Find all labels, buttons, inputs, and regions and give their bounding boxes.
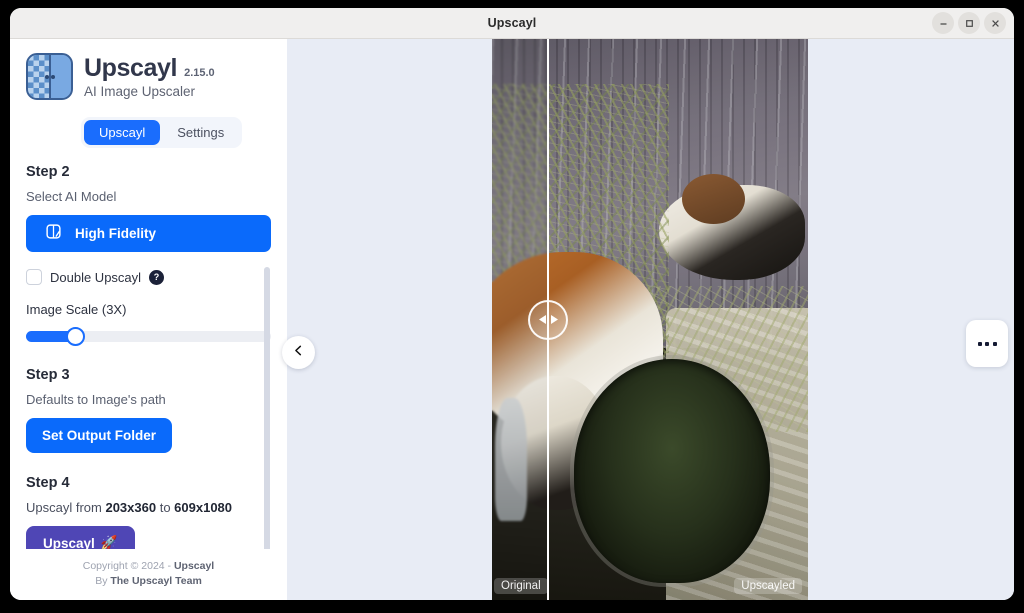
upscayled-label: Upscayled <box>734 578 802 594</box>
sidebar-collapse-button[interactable] <box>282 336 315 369</box>
sidebar: Upscayl 2.15.0 AI Image Upscaler Upscayl… <box>10 39 287 600</box>
slider-thumb[interactable] <box>66 327 85 346</box>
app-window: Upscayl Upscayl 2.15.0 AI Image Upscaler… <box>10 8 1014 600</box>
double-upscayl-checkbox[interactable] <box>26 269 42 285</box>
brand-tagline: AI Image Upscaler <box>84 84 196 99</box>
brand-name: Upscayl <box>84 54 178 82</box>
app-body: Upscayl 2.15.0 AI Image Upscaler Upscayl… <box>10 39 1014 600</box>
upscale-middle: to <box>156 500 175 515</box>
upscale-summary: Upscayl from 203x360 to 609x1080 <box>26 500 271 515</box>
double-upscayl-label: Double Upscayl <box>50 269 142 285</box>
brand-header: Upscayl 2.15.0 AI Image Upscaler <box>26 39 271 100</box>
close-button[interactable] <box>984 12 1006 34</box>
minimize-button[interactable] <box>932 12 954 34</box>
upscayl-logo-icon <box>26 53 73 100</box>
upscayl-run-button[interactable]: Upscayl 🚀 <box>26 526 135 549</box>
double-upscayl-row: Double Upscayl ? <box>26 269 271 285</box>
credits-prefix: By <box>95 574 111 587</box>
tab-settings[interactable]: Settings <box>162 120 239 145</box>
more-options-button[interactable] <box>966 320 1008 367</box>
upscale-prefix: Upscayl from <box>26 500 106 515</box>
maximize-button[interactable] <box>958 12 980 34</box>
title-bar: Upscayl <box>10 8 1014 39</box>
step4-heading: Step 4 <box>26 475 70 491</box>
sidebar-footer: Copyright © 2024 - Upscayl By The Upscay… <box>26 549 271 600</box>
tab-upscayl[interactable]: Upscayl <box>84 120 161 145</box>
copyright-brand: Upscayl <box>173 559 215 572</box>
step2-heading: Step 2 <box>26 164 70 180</box>
upscayl-run-label: Upscayl <box>43 535 95 549</box>
credits-line: By The Upscayl Team <box>26 574 271 589</box>
target-resolution: 609x1080 <box>174 500 233 515</box>
image-comparison-viewer[interactable]: Original Upscayled <box>287 39 1014 600</box>
step2-subtitle: Select AI Model <box>26 189 117 204</box>
copyright-prefix: Copyright © 2024 - <box>82 559 174 572</box>
original-label: Original <box>494 578 548 594</box>
step3-heading: Step 3 <box>26 367 70 383</box>
copyright-line: Copyright © 2024 - Upscayl <box>26 559 271 574</box>
source-resolution: 203x360 <box>105 500 157 515</box>
step3-subtitle: Defaults to Image's path <box>26 392 166 407</box>
image-model-icon <box>45 223 62 245</box>
comparison-image: Original Upscayled <box>492 39 808 600</box>
window-title: Upscayl <box>487 16 537 30</box>
sidebar-scroll-area: Upscayl 2.15.0 AI Image Upscaler Upscayl… <box>26 39 271 549</box>
brand-version: 2.15.0 <box>184 67 215 79</box>
window-controls <box>932 12 1014 34</box>
image-scale-slider[interactable] <box>26 327 271 346</box>
help-icon[interactable]: ? <box>149 269 165 285</box>
rocket-icon: 🚀 <box>100 535 118 549</box>
tab-bar: Upscayl Settings <box>81 117 243 148</box>
model-name-label: High Fidelity <box>75 226 156 241</box>
sidebar-scrollbar[interactable] <box>264 267 270 549</box>
credits-team: The Upscayl Team <box>110 574 202 587</box>
chevron-left-icon <box>292 344 305 362</box>
set-output-folder-button[interactable]: Set Output Folder <box>26 418 172 453</box>
image-scale-label: Image Scale (3X) <box>26 302 127 317</box>
compare-slider-handle[interactable] <box>528 299 568 340</box>
model-select-button[interactable]: High Fidelity <box>26 215 271 252</box>
